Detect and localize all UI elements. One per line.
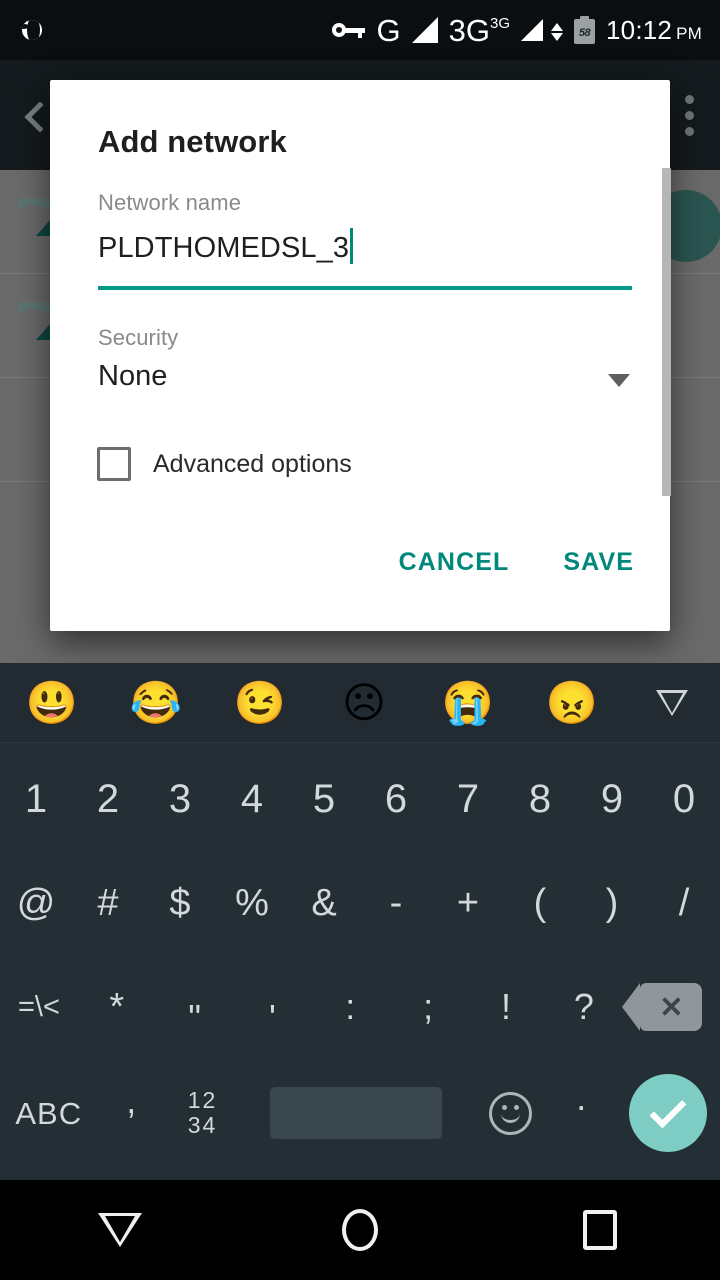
key-3[interactable]: 3 [144,779,216,819]
nav-home-button[interactable] [240,1209,480,1251]
key-comma[interactable]: , [98,1083,166,1143]
keyboard-row-bottom: ABC , 12 34 . [0,1059,720,1167]
emoji-suggestion[interactable]: ☹ [312,681,416,724]
cancel-button[interactable]: CANCEL [399,548,510,577]
key-hyphen[interactable]: - [360,884,432,922]
nav-recents-button[interactable] [480,1210,720,1250]
emoji-suggestion[interactable]: 😂 [104,681,208,724]
emoji-suggestion[interactable]: 😭 [416,681,520,724]
backspace-icon[interactable]: ✕ [622,983,720,1031]
keyboard-row-numbers: 1 2 3 4 5 6 7 8 9 0 [0,747,720,851]
home-circle-icon [342,1209,378,1251]
sim1-network-label: G [376,12,401,48]
emoji-suggestion[interactable]: 😉 [208,681,312,724]
check-icon [628,1074,707,1152]
key-percent[interactable]: % [216,884,288,922]
back-arrow-icon[interactable] [26,102,52,128]
security-selected-value[interactable]: None [98,360,167,393]
battery-icon: 58 [574,16,596,44]
sim2-network-superscript: 3G [490,14,511,32]
key-single-quote[interactable]: ' [234,978,312,1036]
key-2[interactable]: 2 [72,779,144,819]
sim1-signal-icon [411,17,438,43]
network-name-underline [98,286,632,290]
security-label: Security [98,325,179,350]
chevron-down-icon[interactable] [608,374,630,387]
key-space[interactable] [240,1087,473,1139]
nav-back-button[interactable] [0,1213,240,1247]
key-7[interactable]: 7 [432,779,504,819]
key-hash[interactable]: # [72,884,144,922]
key-1[interactable]: 1 [0,779,72,819]
key-6[interactable]: 6 [360,779,432,819]
phone-screen: G 3G 3G 58 10:12 PM Add network Network … [0,0,720,1280]
sim2-network-label: 3G [448,12,490,48]
overflow-menu-icon[interactable] [685,94,694,136]
key-symbol-switch[interactable]: =\< [0,992,78,1022]
numeric-key-bottom: 34 [187,1112,218,1138]
add-network-dialog: Add network Network name PLDTHOMEDSL_3 S… [50,80,671,631]
keyboard-rows: 1 2 3 4 5 6 7 8 9 0 @ # $ % & - + ( ) / … [0,743,720,1167]
key-8[interactable]: 8 [504,779,576,819]
clock-ampm: PM [676,23,702,43]
status-bar: G 3G 3G 58 10:12 PM [0,0,720,60]
status-bar-left [22,20,42,40]
key-at[interactable]: @ [0,884,72,922]
key-semicolon[interactable]: ; [389,989,467,1025]
key-question[interactable]: ? [545,989,623,1025]
dialog-title: Add network [98,124,287,159]
back-down-triangle-icon [98,1213,142,1247]
advanced-options-checkbox[interactable] [97,447,131,481]
advanced-options-label: Advanced options [153,449,352,478]
sim2-network-label-group: 3G 3G [449,15,510,46]
network-name-label: Network name [98,190,242,215]
key-paren-open[interactable]: ( [504,884,576,922]
collapse-triangle-icon[interactable] [624,689,720,716]
dialog-action-row: CANCEL SAVE [399,548,634,577]
globe-icon [22,20,42,40]
key-slash[interactable]: / [648,884,720,922]
key-0[interactable]: 0 [648,779,720,819]
data-activity-icon [551,22,564,41]
key-exclamation[interactable]: ! [467,989,545,1025]
advanced-options-row[interactable]: Advanced options [97,447,352,481]
key-paren-close[interactable]: ) [576,884,648,922]
key-9[interactable]: 9 [576,779,648,819]
key-enter[interactable] [615,1074,720,1152]
key-asterisk[interactable]: * [78,988,156,1026]
emoji-suggestion-strip: 😃 😂 😉 ☹ 😭 😠 [0,663,720,743]
smiley-icon[interactable] [473,1091,548,1135]
sim2-signal-icon [521,19,544,41]
key-period[interactable]: . [548,1080,616,1146]
network-name-input[interactable]: PLDTHOMEDSL_3 [98,228,632,268]
key-ampersand[interactable]: & [288,884,360,922]
key-numeric-mode[interactable]: 12 34 [165,1088,240,1138]
key-icon [331,20,366,40]
key-4[interactable]: 4 [216,779,288,819]
key-colon[interactable]: : [311,989,389,1025]
keyboard-row-symbols: @ # $ % & - + ( ) / [0,851,720,955]
text-caret [350,228,354,264]
dialog-scrollbar[interactable] [662,168,671,496]
numeric-key-top: 12 [187,1087,218,1113]
battery-level-text: 58 [578,27,591,39]
save-button[interactable]: SAVE [563,548,634,577]
status-bar-right: G 3G 3G 58 10:12 PM [331,12,702,48]
key-alpha-mode[interactable]: ABC [0,1098,98,1129]
keyboard-row-punctuation: =\< * " ' : ; ! ? ✕ [0,955,720,1059]
key-5[interactable]: 5 [288,779,360,819]
key-dollar[interactable]: $ [144,884,216,922]
recents-square-icon [583,1210,617,1250]
key-double-quote[interactable]: " [156,978,234,1036]
status-bar-clock: 10:12 PM [606,15,702,46]
clock-time: 10:12 [606,14,673,45]
network-name-value: PLDTHOMEDSL_3 [98,232,350,264]
key-plus[interactable]: + [432,884,504,922]
on-screen-keyboard: 😃 😂 😉 ☹ 😭 😠 1 2 3 4 5 6 7 8 9 0 @ # $ % … [0,663,720,1180]
emoji-suggestion[interactable]: 😃 [0,681,104,724]
emoji-suggestion[interactable]: 😠 [520,681,624,724]
navigation-bar [0,1180,720,1280]
